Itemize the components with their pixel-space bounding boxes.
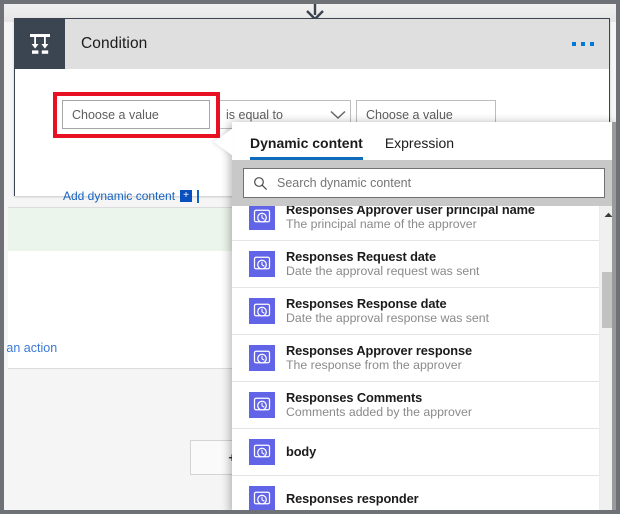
dynamic-content-list-inner: Responses Approver user principal name Th… <box>232 206 599 510</box>
tab-expression-label: Expression <box>384 135 455 151</box>
dynamic-content-item-text: Responses Request date Date the approval … <box>286 249 479 280</box>
condition-operator-value: is equal to <box>226 107 283 122</box>
ellipsis-dot <box>590 42 594 46</box>
dynamic-content-item-name: Responses responder <box>286 491 419 507</box>
dynamic-content-item-text: Responses responder <box>286 491 419 507</box>
approvals-icon <box>249 206 275 230</box>
add-dynamic-content-link[interactable]: Add dynamic content + <box>63 189 200 203</box>
dynamic-content-list[interactable]: Responses Approver user principal name Th… <box>232 206 616 510</box>
search-box[interactable] <box>243 168 605 198</box>
dynamic-content-item-text: Responses Response date Date the approval… <box>286 296 489 327</box>
dynamic-content-item-text: Responses Approver response The response … <box>286 343 472 374</box>
dynamic-content-flyout: Dynamic content Expression Responses App… <box>232 122 616 510</box>
approvals-icon <box>249 392 275 418</box>
flyout-right-edge <box>612 122 616 510</box>
dynamic-content-item-name: Responses Approver response <box>286 342 472 358</box>
dynamic-content-item-description: The principal name of the approver <box>286 217 477 232</box>
dynamic-content-item-description: Comments added by the approver <box>286 405 472 420</box>
dynamic-content-item[interactable]: Responses Approver user principal name Th… <box>232 206 599 241</box>
dynamic-content-item[interactable]: Responses responder <box>232 476 599 510</box>
condition-title: Condition <box>81 35 148 52</box>
search-icon <box>254 176 268 190</box>
tab-dynamic-content-label: Dynamic content <box>250 135 363 151</box>
dynamic-content-item[interactable]: Responses Response date Date the approval… <box>232 288 599 335</box>
flyout-tab-bar: Dynamic content Expression <box>232 122 616 160</box>
dynamic-content-item[interactable]: body <box>232 429 599 476</box>
dynamic-content-item-description: The response from the approver <box>286 358 462 373</box>
dynamic-content-item-name: Responses Request date <box>286 248 436 264</box>
dynamic-content-item-description: Date the approval request was sent <box>286 264 480 279</box>
dynamic-content-item-description: Date the approval response was sent <box>286 311 490 326</box>
dynamic-content-item-name: Responses Approver user principal name <box>286 206 535 217</box>
condition-left-value-input[interactable]: Choose a value <box>62 100 210 129</box>
search-bar-container <box>232 160 616 206</box>
text-cursor <box>197 189 200 203</box>
approvals-icon <box>249 345 275 371</box>
add-an-action-link[interactable]: d an action <box>4 341 57 355</box>
add-dynamic-plus-icon[interactable]: + <box>180 190 193 202</box>
dynamic-content-item-text: Responses Approver user principal name Th… <box>286 206 535 232</box>
condition-right-value-placeholder: Choose a value <box>366 107 453 122</box>
add-dynamic-content-label: Add dynamic content <box>63 189 176 203</box>
approvals-icon <box>249 439 275 465</box>
approvals-icon <box>249 251 275 277</box>
screenshot-root: Condition Choose a value is equal to Cho… <box>0 0 620 514</box>
approvals-icon <box>249 486 275 510</box>
flyout-callout-pointer <box>214 128 233 156</box>
dynamic-content-item[interactable]: Responses Request date Date the approval … <box>232 241 599 288</box>
condition-menu-button[interactable] <box>570 36 596 52</box>
dynamic-content-item[interactable]: Responses Comments Comments added by the … <box>232 382 599 429</box>
condition-branch-icon <box>15 19 65 69</box>
dynamic-content-item-name: Responses Comments <box>286 389 423 405</box>
dynamic-content-item-text: body <box>286 444 316 460</box>
condition-card-header: Condition <box>15 19 609 69</box>
tab-dynamic-content[interactable]: Dynamic content <box>250 135 363 160</box>
dynamic-content-item-name: Responses Response date <box>286 295 447 311</box>
dynamic-content-item[interactable]: Responses Approver response The response … <box>232 335 599 382</box>
approvals-icon <box>249 298 275 324</box>
search-input[interactable] <box>277 176 595 190</box>
ellipsis-dot <box>572 42 576 46</box>
chevron-down-icon <box>330 110 346 119</box>
ellipsis-dot <box>581 42 585 46</box>
dynamic-content-item-text: Responses Comments Comments added by the … <box>286 390 472 421</box>
condition-left-value-placeholder: Choose a value <box>72 107 159 122</box>
tab-expression[interactable]: Expression <box>385 135 454 160</box>
dynamic-content-item-name: body <box>286 444 317 460</box>
